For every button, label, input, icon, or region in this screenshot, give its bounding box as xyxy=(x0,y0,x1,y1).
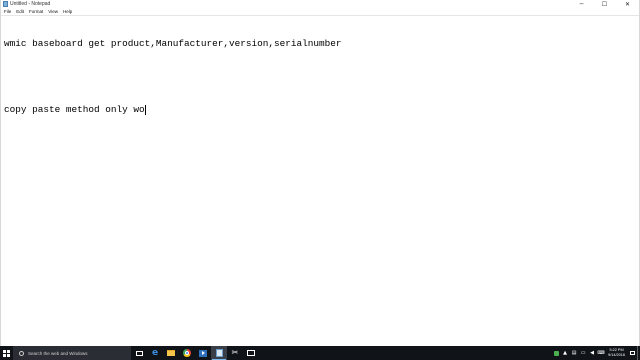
start-button[interactable] xyxy=(0,346,13,360)
network-button[interactable]: ▤ xyxy=(570,346,578,360)
notepad-taskbar-button[interactable] xyxy=(211,346,227,360)
command-prompt-button[interactable] xyxy=(243,346,259,360)
task-view-icon xyxy=(135,350,143,356)
close-button[interactable]: ✕ xyxy=(616,0,639,9)
minimize-button[interactable]: ─ xyxy=(570,0,593,9)
editor-line-3: copy paste method only wo xyxy=(4,104,634,115)
edge-button[interactable]: e xyxy=(147,346,163,360)
taskbar-clock[interactable]: 5:22 PM 9/14/2016 xyxy=(608,346,625,360)
chrome-button[interactable] xyxy=(179,346,195,360)
media-player-icon xyxy=(199,349,207,357)
media-player-button[interactable] xyxy=(195,346,211,360)
volume-button[interactable]: ◀ xyxy=(588,346,596,360)
keyboard-button[interactable]: ⌨ xyxy=(597,346,605,360)
search-icon xyxy=(19,350,24,356)
window-controls: ─ ☐ ✕ xyxy=(570,0,639,9)
clock-date: 9/14/2016 xyxy=(608,353,625,357)
window-title: Untitled - Notepad xyxy=(10,1,51,7)
tray-app-button[interactable] xyxy=(552,346,560,360)
text-caret xyxy=(144,105,146,115)
taskbar-search-box[interactable]: Search the web and Windows xyxy=(13,346,131,360)
title-bar[interactable]: Untitled - Notepad ─ ☐ ✕ xyxy=(1,0,639,9)
system-tray: ▲ ▤ ▭ ◀ ⌨ 5:22 PM 9/14/2016 xyxy=(552,346,640,360)
edge-icon: e xyxy=(151,347,159,358)
battery-icon: ▭ xyxy=(580,350,586,356)
editor-line-3-text: copy paste method only wo xyxy=(4,104,145,115)
snipping-tool-button[interactable]: ✂ xyxy=(227,346,243,360)
taskbar: Search the web and Windows e ✂ ▲ ▤ ▭ ◀ ⌨… xyxy=(0,346,640,360)
folder-icon xyxy=(167,350,175,356)
notification-icon xyxy=(630,351,635,355)
terminal-icon xyxy=(247,350,255,356)
editor-line-1: wmic baseboard get product,Manufacturer,… xyxy=(4,38,342,49)
task-view-button[interactable] xyxy=(131,346,147,360)
editor-line-2 xyxy=(4,71,634,82)
action-center-button[interactable] xyxy=(628,346,637,360)
notepad-icon xyxy=(215,349,223,357)
maximize-button[interactable]: ☐ xyxy=(593,0,616,9)
text-editor[interactable]: wmic baseboard get product,Manufacturer,… xyxy=(4,16,634,345)
battery-button[interactable]: ▭ xyxy=(579,346,587,360)
show-hidden-icons-button[interactable]: ▲ xyxy=(561,346,569,360)
chevron-up-icon: ▲ xyxy=(563,350,568,356)
notepad-app-icon[interactable] xyxy=(3,1,8,7)
volume-icon: ◀ xyxy=(590,350,595,356)
chrome-icon xyxy=(183,349,191,357)
notepad-window: Untitled - Notepad ─ ☐ ✕ File Edit Forma… xyxy=(0,0,640,346)
network-icon: ▤ xyxy=(571,350,577,356)
tray-app-icon xyxy=(553,350,559,356)
file-explorer-button[interactable] xyxy=(163,346,179,360)
keyboard-icon: ⌨ xyxy=(597,350,605,356)
snipping-tool-icon: ✂ xyxy=(231,348,239,357)
search-placeholder: Search the web and Windows xyxy=(28,350,88,356)
windows-logo-icon xyxy=(3,349,10,357)
